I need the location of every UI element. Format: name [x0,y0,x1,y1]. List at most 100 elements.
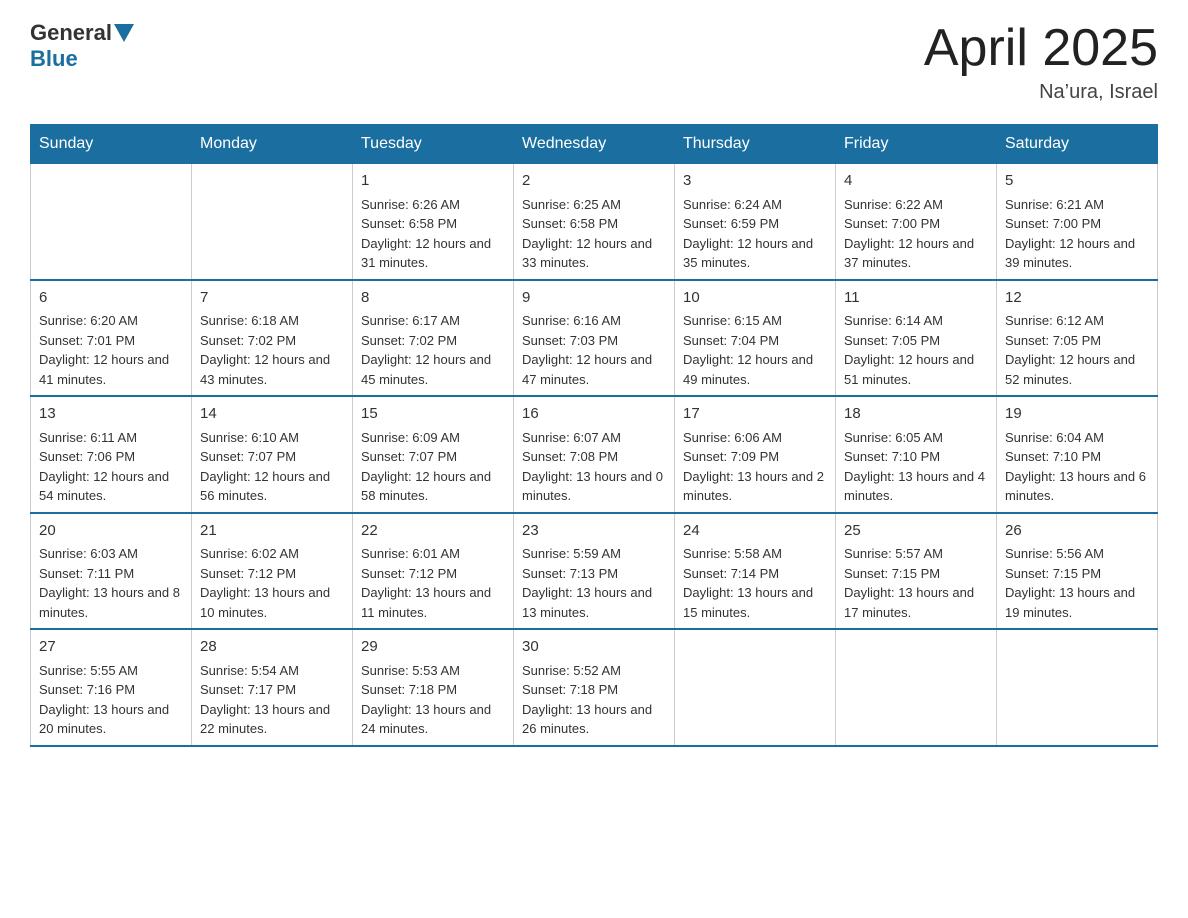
sunset-text: Sunset: 7:12 PM [361,566,457,581]
weekday-header-tuesday: Tuesday [353,125,514,164]
day-number: 11 [844,287,988,310]
calendar-cell: 21 Sunrise: 6:02 AM Sunset: 7:12 PM Dayligh… [192,513,353,630]
sunset-text: Sunset: 7:04 PM [683,333,779,348]
weekday-header-friday: Friday [836,125,997,164]
sunrise-text: Sunrise: 6:09 AM [361,430,460,445]
weekday-header-saturday: Saturday [997,125,1158,164]
day-number: 27 [39,636,183,659]
sunset-text: Sunset: 7:07 PM [361,449,457,464]
day-number: 1 [361,170,505,193]
day-number: 12 [1005,287,1149,310]
calendar-cell: 23Sunrise: 5:59 AMSunset: 7:13 PMDayligh… [514,513,675,630]
calendar-cell: 4Sunrise: 6:22 AMSunset: 7:00 PMDaylight… [836,164,997,280]
sunrise-text: Sunrise: 6:11 AM [39,430,137,445]
daylight-text: Daylight: 13 hours and 0 minutes. [522,469,663,504]
day-number: 9 [522,287,666,310]
calendar-cell [192,164,353,280]
calendar-cell [836,629,997,746]
weekday-header-monday: Monday [192,125,353,164]
calendar-cell: 27Sunrise: 5:55 AMSunset: 7:16 PMDayligh… [31,629,192,746]
calendar-cell: 17 Sunrise: 6:06 AM Sunset: 7:09 PM Dayligh… [675,396,836,513]
sunrise-text: Sunrise: 6:26 AM [361,197,460,212]
calendar-week-row: 13Sunrise: 6:11 AMSunset: 7:06 PMDayligh… [31,396,1158,513]
sunrise-text: Sunrise: 6:05 AM [844,430,943,445]
sunset-text: Sunset: 7:01 PM [39,333,135,348]
daylight-text: Daylight: 13 hours and 2 minutes. [683,469,824,504]
calendar-week-row: 1 Sunrise: 6:26 AM Sunset: 6:58 PM Daylight… [31,164,1158,280]
day-number: 7 [200,287,344,310]
calendar-cell: 11Sunrise: 6:14 AMSunset: 7:05 PMDayligh… [836,280,997,397]
day-number: 22 [361,520,505,543]
day-number: 13 [39,403,183,426]
daylight-text: Daylight: 13 hours and 6 minutes. [1005,469,1146,504]
sunrise-text: Sunrise: 5:53 AM [361,663,460,678]
daylight-text: Daylight: 13 hours and 15 minutes. [683,585,813,620]
day-number: 15 [361,403,505,426]
weekday-header-thursday: Thursday [675,125,836,164]
logo-blue-text: Blue [30,46,78,72]
daylight-text: Daylight: 12 hours and 39 minutes. [1005,236,1135,271]
sunrise-text: Sunrise: 6:01 AM [361,546,460,561]
daylight-text: Daylight: 13 hours and 13 minutes. [522,585,652,620]
sunset-text: Sunset: 7:07 PM [200,449,296,464]
daylight-text: Daylight: 12 hours and 31 minutes. [361,236,491,271]
day-number: 17 [683,403,827,426]
day-number: 2 [522,170,666,193]
calendar-cell: 1 Sunrise: 6:26 AM Sunset: 6:58 PM Daylight… [353,164,514,280]
sunset-text: Sunset: 7:16 PM [39,682,135,697]
day-number: 30 [522,636,666,659]
day-number: 29 [361,636,505,659]
sunrise-text: Sunrise: 6:06 AM [683,430,782,445]
day-number: 19 [1005,403,1149,426]
calendar-cell: 6Sunrise: 6:20 AMSunset: 7:01 PMDaylight… [31,280,192,397]
calendar-cell: 30Sunrise: 5:52 AMSunset: 7:18 PMDayligh… [514,629,675,746]
calendar-cell: 13Sunrise: 6:11 AMSunset: 7:06 PMDayligh… [31,396,192,513]
sunset-text: Sunset: 7:15 PM [844,566,940,581]
day-number: 26 [1005,520,1149,543]
daylight-text: Daylight: 12 hours and 43 minutes. [200,352,330,387]
calendar-cell [31,164,192,280]
day-number: 6 [39,287,183,310]
sunrise-text: Sunrise: 6:16 AM [522,313,621,328]
sunset-text: Sunset: 7:12 PM [200,566,296,581]
sunrise-text: Sunrise: 5:58 AM [683,546,782,561]
title-section: April 2025 Na’ura, Israel [924,20,1158,104]
calendar-cell: 16Sunrise: 6:07 AMSunset: 7:08 PMDayligh… [514,396,675,513]
calendar-cell [997,629,1158,746]
sunset-text: Sunset: 7:10 PM [1005,449,1101,464]
daylight-text: Daylight: 12 hours and 37 minutes. [844,236,974,271]
daylight-text: Daylight: 12 hours and 33 minutes. [522,236,652,271]
day-number: 14 [200,403,344,426]
daylight-text: Daylight: 13 hours and 20 minutes. [39,702,169,737]
sunrise-text: Sunrise: 5:56 AM [1005,546,1104,561]
daylight-text: Daylight: 12 hours and 49 minutes. [683,352,813,387]
sunrise-text: Sunrise: 6:22 AM [844,197,943,212]
calendar-cell: 28Sunrise: 5:54 AMSunset: 7:17 PMDayligh… [192,629,353,746]
sunrise-text: Sunrise: 5:59 AM [522,546,621,561]
sunrise-text: Sunrise: 6:02 AM [200,546,299,561]
sunrise-text: Sunrise: 6:07 AM [522,430,621,445]
daylight-text: Daylight: 13 hours and 10 minutes. [200,585,330,620]
calendar-header-row: SundayMondayTuesdayWednesdayThursdayFrid… [31,125,1158,164]
sunrise-text: Sunrise: 6:21 AM [1005,197,1104,212]
daylight-text: Daylight: 12 hours and 54 minutes. [39,469,169,504]
sunset-text: Sunset: 7:15 PM [1005,566,1101,581]
daylight-text: Daylight: 13 hours and 19 minutes. [1005,585,1135,620]
day-number: 20 [39,520,183,543]
sunset-text: Sunset: 6:58 PM [522,216,618,231]
month-title: April 2025 [924,20,1158,77]
daylight-text: Daylight: 12 hours and 41 minutes. [39,352,169,387]
sunset-text: Sunset: 7:18 PM [522,682,618,697]
calendar-cell: 5Sunrise: 6:21 AMSunset: 7:00 PMDaylight… [997,164,1158,280]
day-number: 16 [522,403,666,426]
day-number: 3 [683,170,827,193]
day-number: 23 [522,520,666,543]
sunset-text: Sunset: 6:58 PM [361,216,457,231]
day-number: 25 [844,520,988,543]
sunrise-text: Sunrise: 6:15 AM [683,313,782,328]
calendar-cell: 2Sunrise: 6:25 AMSunset: 6:58 PMDaylight… [514,164,675,280]
day-number: 21 [200,520,344,543]
daylight-text: Daylight: 13 hours and 8 minutes. [39,585,180,620]
sunset-text: Sunset: 7:09 PM [683,449,779,464]
sunrise-text: Sunrise: 5:52 AM [522,663,621,678]
